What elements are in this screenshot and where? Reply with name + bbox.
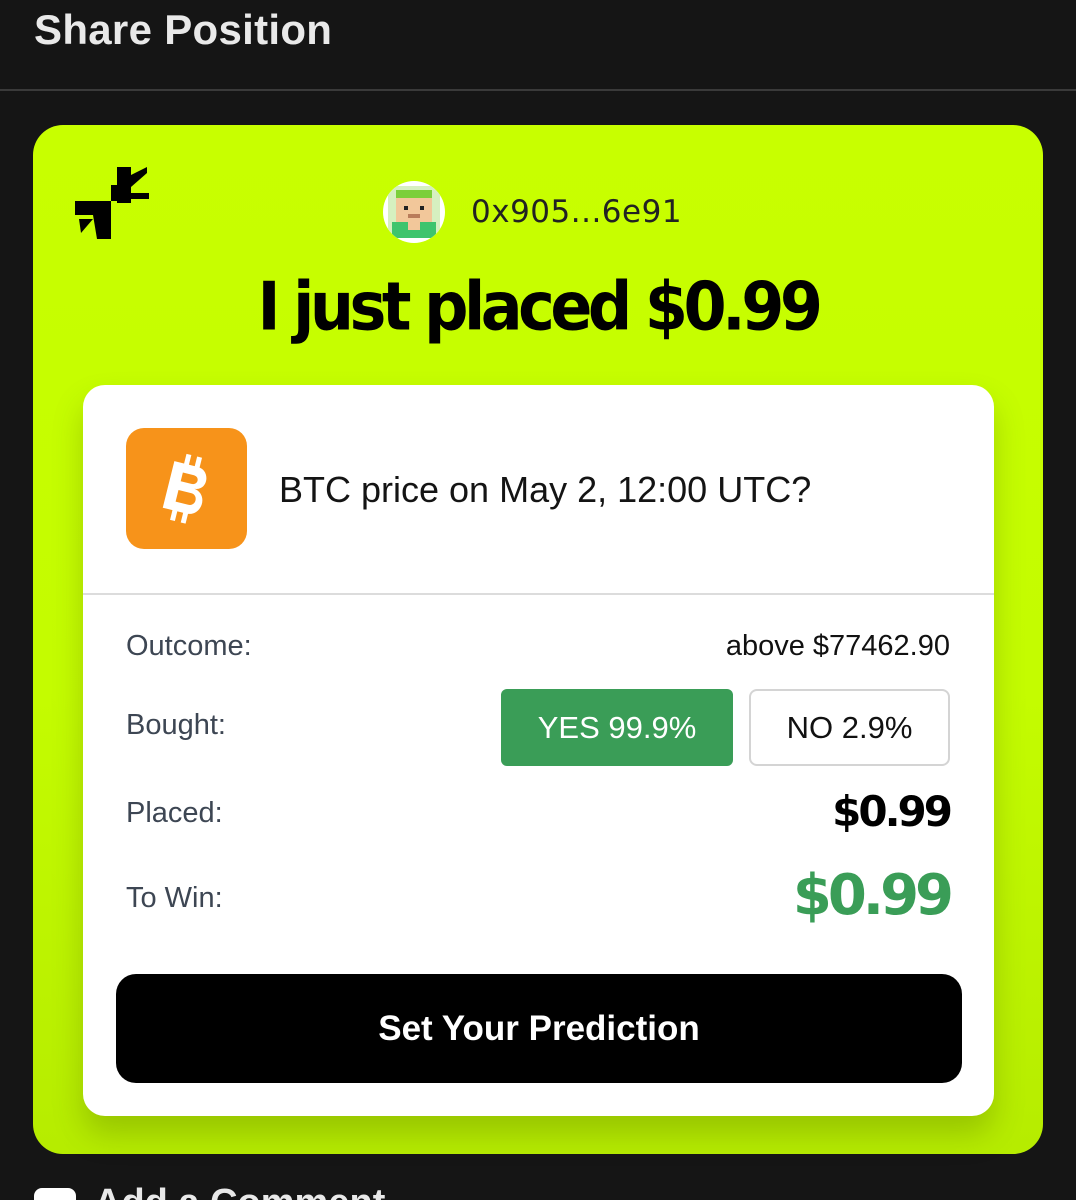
wallet-address: 0x905...6e91: [471, 194, 683, 230]
set-your-prediction-button[interactable]: Set Your Prediction: [116, 974, 962, 1083]
market-question: BTC price on May 2, 12:00 UTC?: [279, 469, 812, 510]
share-card: 0x905...6e91 I just placed $0.99 BTC pri…: [33, 125, 1043, 1154]
brand-logo-icon: [75, 167, 149, 239]
comment-icon: [34, 1188, 76, 1200]
position-panel: BTC price on May 2, 12:00 UTC? Outcome: …: [83, 385, 994, 1116]
bought-label: Bought:: [126, 709, 226, 741]
no-option-button[interactable]: NO 2.9%: [749, 689, 950, 766]
outcome-value: above $77462.90: [725, 630, 950, 662]
header: Share Position: [0, 0, 1076, 91]
placed-label: Placed:: [126, 797, 223, 829]
pixel-avatar-icon[interactable]: [383, 181, 445, 243]
headline: I just placed $0.99: [257, 267, 823, 346]
to-win-amount: $0.99: [792, 863, 954, 928]
user-row: 0x905...6e91: [383, 181, 683, 243]
page-title: Share Position: [34, 6, 333, 53]
add-comment-label: Add a Comment: [94, 1182, 385, 1200]
placed-amount: $0.99: [832, 787, 953, 836]
yes-option-button[interactable]: YES 99.9%: [501, 689, 733, 766]
market-row: BTC price on May 2, 12:00 UTC?: [83, 385, 994, 595]
add-comment-row[interactable]: Add a Comment: [34, 1180, 385, 1200]
to-win-label: To Win:: [126, 882, 223, 914]
outcome-label: Outcome:: [126, 630, 252, 662]
bitcoin-icon: [126, 428, 247, 549]
